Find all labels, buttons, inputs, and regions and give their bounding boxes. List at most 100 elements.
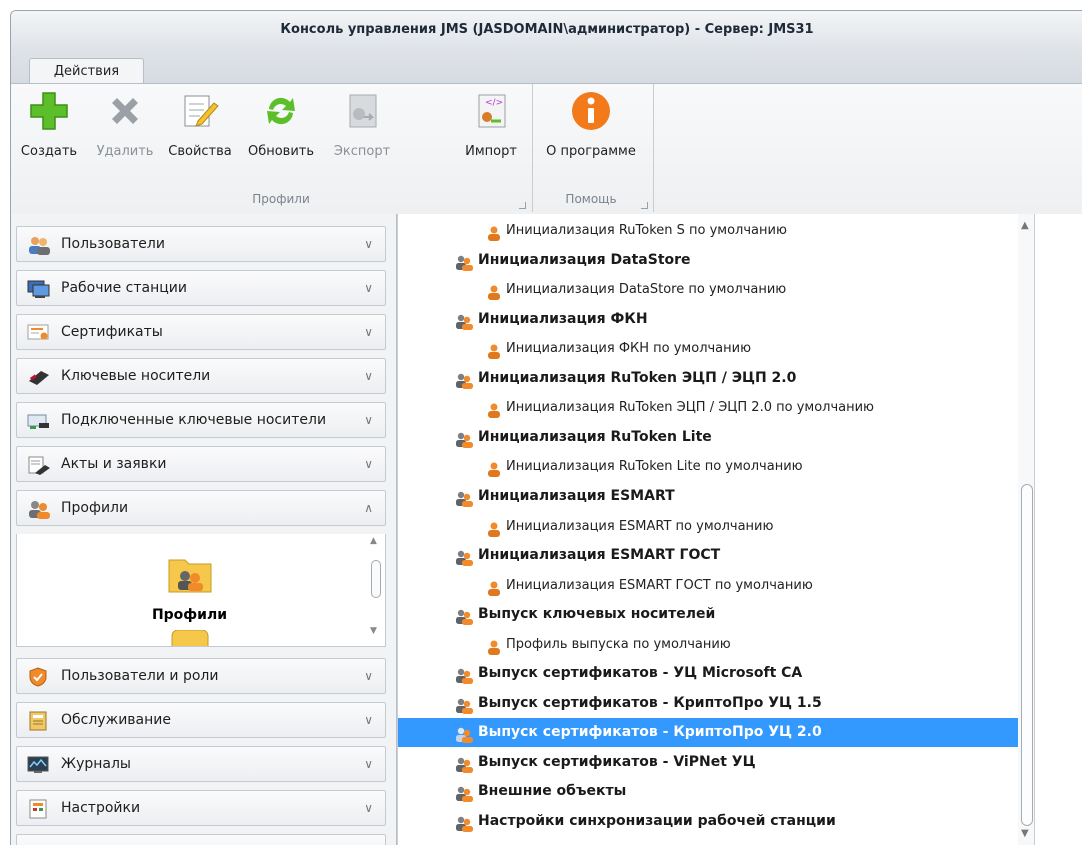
sidebar-item-profiles[interactable]: Профили ∧ xyxy=(16,490,386,526)
scroll-down-icon[interactable]: ▼ xyxy=(1021,828,1029,839)
tree-group-row[interactable]: Выпуск ключевых носителей xyxy=(398,600,1018,629)
chevron-down-icon: ∨ xyxy=(364,237,373,251)
properties-button[interactable]: Свойства xyxy=(165,88,235,159)
folder-icon xyxy=(170,629,210,650)
profiles-folder-icon[interactable] xyxy=(167,552,213,600)
profile-icon xyxy=(486,400,504,419)
refresh-button[interactable]: Обновить xyxy=(243,88,319,159)
scroll-down-icon[interactable]: ▼ xyxy=(370,626,377,636)
sidebar-item-label: Подключенные ключевые носители xyxy=(61,412,327,428)
ribbon-tabstrip: Действия xyxy=(11,49,1082,85)
tree-row-label: Инициализация RuToken Lite по умолчанию xyxy=(506,459,803,475)
profile-group-icon xyxy=(454,489,473,507)
chevron-down-icon: ∨ xyxy=(364,757,373,771)
sidebar-item-connected-key-carriers[interactable]: Подключенные ключевые носители ∨ xyxy=(16,402,386,438)
create-button[interactable]: Создать xyxy=(17,88,81,159)
tree-row-label: Инициализация DataStore по умолчанию xyxy=(506,282,787,298)
tree-row-label: Выпуск сертификатов - КриптоПро УЦ 2.0 xyxy=(478,724,822,741)
scroll-up-icon[interactable]: ▲ xyxy=(1021,220,1029,231)
sidebar-item-settings[interactable]: Настройки ∨ xyxy=(16,790,386,826)
chevron-down-icon: ∨ xyxy=(364,281,373,295)
create-button-label: Создать xyxy=(20,144,78,159)
tree-row-label: Инициализация ФКН по умолчанию xyxy=(506,341,752,357)
workstations-icon xyxy=(27,278,50,298)
tree-profile-row[interactable]: Инициализация ESMART ГОСТ по умолчанию xyxy=(398,571,1018,600)
profile-icon xyxy=(486,459,504,478)
maintenance-icon xyxy=(27,710,49,731)
tree-profile-row[interactable]: Инициализация RuToken ЭЦП / ЭЦП 2.0 по у… xyxy=(398,393,1018,422)
tree-group-row[interactable]: Выпуск сертификатов - ViPNet УЦ xyxy=(398,748,1018,777)
tab-actions[interactable]: Действия xyxy=(29,58,144,85)
profile-group-icon xyxy=(454,371,473,389)
tree-group-row[interactable]: Внешние объекты xyxy=(398,777,1018,806)
tree-group-row[interactable]: Инициализация ESMART xyxy=(398,482,1018,511)
sidebar-item-partial[interactable] xyxy=(16,834,386,845)
sidebar-item-logs[interactable]: Журналы ∨ xyxy=(16,746,386,782)
tree-group-row[interactable]: Выпуск сертификатов - УЦ Microsoft CA xyxy=(398,659,1018,688)
chevron-down-icon: ∨ xyxy=(364,325,373,339)
about-button[interactable]: О программе xyxy=(539,88,643,159)
ribbon-group-expander[interactable] xyxy=(641,202,648,209)
profile-group-icon xyxy=(454,312,473,330)
delete-x-icon xyxy=(102,88,148,134)
delete-button[interactable]: Удалить xyxy=(93,88,157,159)
tree-profile-row[interactable]: Инициализация ESMART по умолчанию xyxy=(398,512,1018,541)
scroll-up-icon[interactable]: ▲ xyxy=(370,536,377,546)
profiles-icon xyxy=(27,498,50,519)
tree-group-row[interactable]: Инициализация ФКН xyxy=(398,305,1018,334)
tree-profile-row[interactable]: Инициализация RuToken S по умолчанию xyxy=(398,216,1018,245)
import-button[interactable]: </> Импорт xyxy=(459,88,523,159)
scrollbar-thumb[interactable] xyxy=(371,560,381,598)
window-title: Консоль управления JMS (JASDOMAIN\админи… xyxy=(11,11,1082,49)
profile-group-icon xyxy=(454,253,473,271)
ribbon-group-label-profiles: Профили xyxy=(252,192,310,206)
properties-button-label: Свойства xyxy=(168,144,232,159)
export-button[interactable]: Экспорт xyxy=(327,88,397,159)
tree-row-label: Инициализация RuToken ЭЦП / ЭЦП 2.0 xyxy=(478,369,797,386)
tree-scrollbar[interactable]: ▲ ▼ xyxy=(1018,214,1034,845)
export-button-label: Экспорт xyxy=(333,144,391,159)
ribbon-separator xyxy=(532,84,533,212)
sidebar-item-maintenance[interactable]: Обслуживание ∨ xyxy=(16,702,386,738)
sidebar-item-certificates[interactable]: Сертификаты ∨ xyxy=(16,314,386,350)
connected-token-icon xyxy=(27,410,49,430)
tree-profile-row[interactable]: Инициализация DataStore по умолчанию xyxy=(398,275,1018,304)
sidebar-item-label: Настройки xyxy=(61,800,141,816)
sidebar-item-users-roles[interactable]: Пользователи и роли ∨ xyxy=(16,658,386,694)
ribbon: Создать Удалить Свойства Обновить Экспор… xyxy=(11,83,1082,215)
tree-group-row[interactable]: Настройки синхронизации рабочей станции xyxy=(398,807,1018,836)
profiles-scrollbar[interactable]: ▲ ▼ xyxy=(367,534,383,646)
chevron-down-icon: ∨ xyxy=(364,669,373,683)
ribbon-group-expander[interactable] xyxy=(519,202,526,209)
scrollbar-thumb[interactable] xyxy=(1021,484,1033,826)
tree-group-row[interactable]: Инициализация RuToken ЭЦП / ЭЦП 2.0 xyxy=(398,364,1018,393)
tree-group-row[interactable]: Инициализация ESMART ГОСТ xyxy=(398,541,1018,570)
tree-profile-row[interactable]: Инициализация ФКН по умолчанию xyxy=(398,334,1018,363)
sidebar-item-key-carriers[interactable]: Ключевые носители ∨ xyxy=(16,358,386,394)
sidebar-item-label: Журналы xyxy=(61,756,131,772)
tree-group-row[interactable]: Инициализация RuToken Lite xyxy=(398,423,1018,452)
sidebar-item-workstations[interactable]: Рабочие станции ∨ xyxy=(16,270,386,306)
delete-button-label: Удалить xyxy=(96,144,154,159)
profile-icon xyxy=(486,637,504,655)
certificate-icon xyxy=(27,322,49,342)
sidebar-item-acts-requests[interactable]: Акты и заявки ∨ xyxy=(16,446,386,482)
profiles-tree: Инициализация RuToken S по умолчанию Иниц… xyxy=(397,214,1034,845)
tree-row-selected[interactable]: Выпуск сертификатов - КриптоПро УЦ 2.0 xyxy=(398,718,1018,748)
tree-profile-row[interactable]: Инициализация RuToken Lite по умолчанию xyxy=(398,452,1018,481)
profile-group-icon xyxy=(454,548,473,567)
logs-icon xyxy=(27,754,49,774)
profile-icon xyxy=(486,223,504,241)
profile-icon xyxy=(486,578,504,596)
sidebar-item-users[interactable]: Пользователи ∨ xyxy=(16,226,386,262)
profile-group-icon xyxy=(454,430,473,448)
tree-group-row[interactable]: Выпуск сертификатов - КриптоПро УЦ 1.5 xyxy=(398,689,1018,718)
chevron-down-icon: ∨ xyxy=(364,457,373,471)
tree-row-label: Внешние объекты xyxy=(478,783,627,800)
tree-row-label: Инициализация RuToken Lite xyxy=(478,428,712,445)
profile-group-icon xyxy=(454,607,473,626)
export-icon xyxy=(339,88,385,134)
tree-group-row[interactable]: Инициализация DataStore xyxy=(398,246,1018,275)
tree-profile-row[interactable]: Профиль выпуска по умолчанию xyxy=(398,630,1018,659)
profile-icon xyxy=(486,341,504,360)
